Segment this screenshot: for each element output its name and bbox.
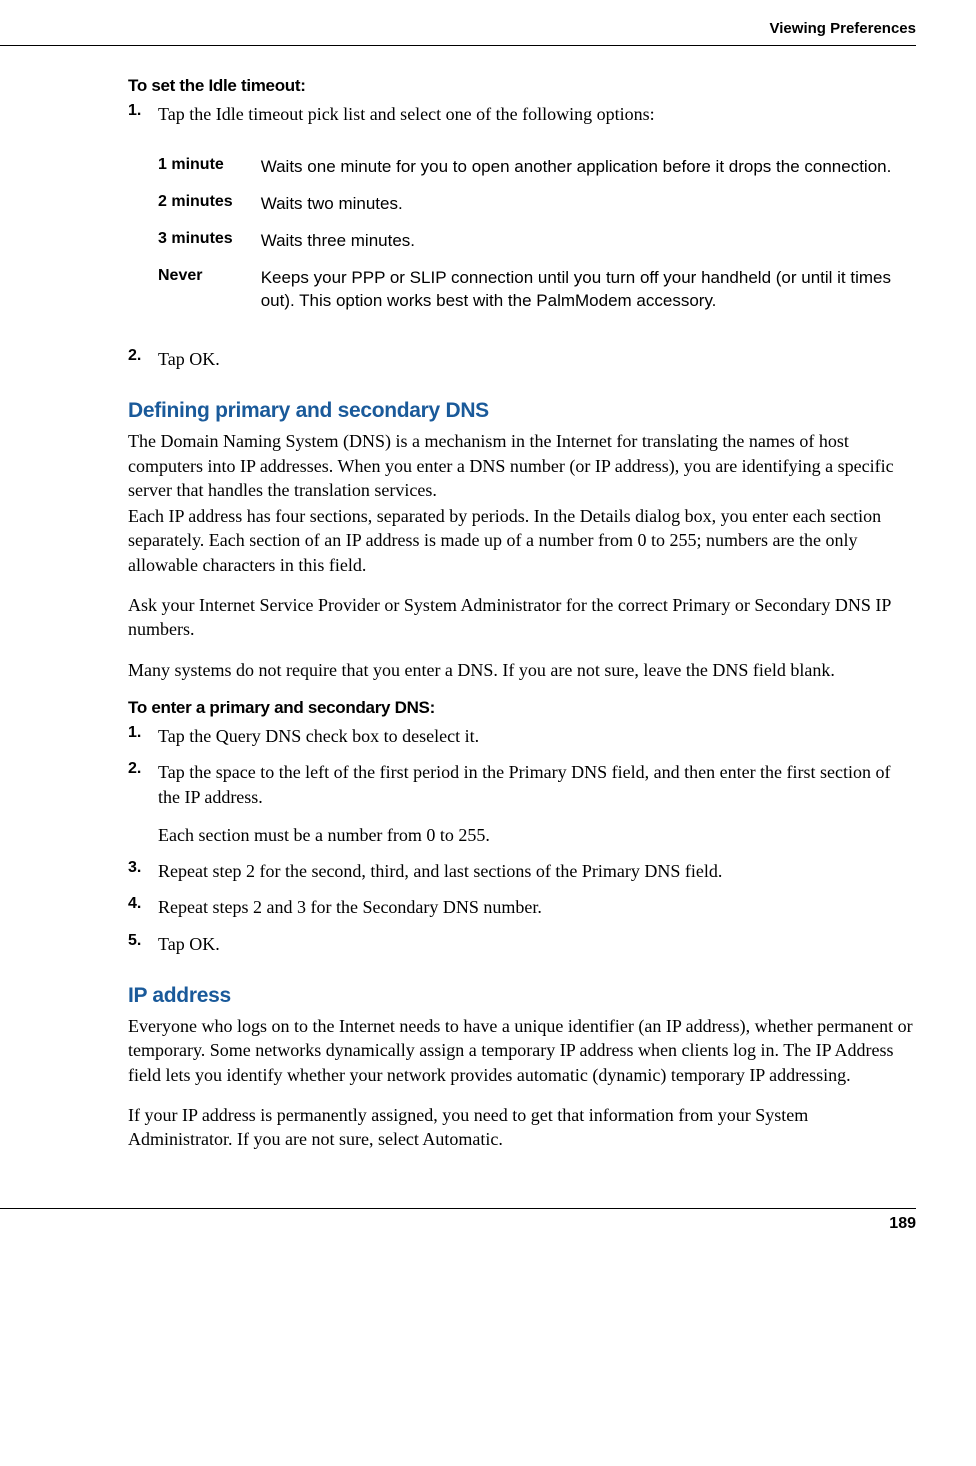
- idle-timeout-steps-2: 2. Tap OK.: [128, 347, 916, 371]
- table-row: 3 minutes Waits three minutes.: [158, 230, 916, 253]
- list-item: 1. Tap the Query DNS check box to desele…: [128, 724, 916, 748]
- dns-heading: Defining primary and secondary DNS: [128, 399, 916, 423]
- step-text: Tap the Query DNS check box to deselect …: [158, 724, 916, 748]
- option-label: Never: [158, 267, 261, 313]
- table-row: 1 minute Waits one minute for you to ope…: [158, 156, 916, 179]
- option-label: 2 minutes: [158, 193, 261, 216]
- body-paragraph: Many systems do not require that you ent…: [128, 658, 916, 682]
- list-item: 3. Repeat step 2 for the second, third, …: [128, 859, 916, 883]
- step-number: 1.: [128, 102, 158, 126]
- idle-timeout-heading: To set the Idle timeout:: [128, 76, 916, 96]
- step-number: 2.: [128, 760, 158, 847]
- running-header: Viewing Preferences: [0, 0, 976, 45]
- footer-rule: [0, 1208, 916, 1209]
- list-item: 1. Tap the Idle timeout pick list and se…: [128, 102, 916, 126]
- option-description: Waits one minute for you to open another…: [261, 156, 916, 179]
- step-text: Repeat steps 2 and 3 for the Secondary D…: [158, 895, 916, 919]
- list-item: 4. Repeat steps 2 and 3 for the Secondar…: [128, 895, 916, 919]
- body-paragraph: If your IP address is permanently assign…: [128, 1103, 916, 1152]
- dns-steps: 1. Tap the Query DNS check box to desele…: [128, 724, 916, 956]
- step-text: Tap OK.: [158, 347, 916, 371]
- option-description: Keeps your PPP or SLIP connection until …: [261, 267, 916, 313]
- list-item: 2. Tap OK.: [128, 347, 916, 371]
- page-number: 189: [0, 1215, 916, 1233]
- step-number: 1.: [128, 724, 158, 748]
- step-number: 5.: [128, 932, 158, 956]
- ip-heading: IP address: [128, 984, 916, 1008]
- option-description: Waits two minutes.: [261, 193, 916, 216]
- timeout-options-table: 1 minute Waits one minute for you to ope…: [158, 142, 916, 327]
- step-number: 4.: [128, 895, 158, 919]
- step-text: Tap OK.: [158, 932, 916, 956]
- step-text: Repeat step 2 for the second, third, and…: [158, 859, 916, 883]
- list-item: 2. Tap the space to the left of the firs…: [128, 760, 916, 847]
- step-text: Tap the space to the left of the first p…: [158, 760, 916, 809]
- idle-timeout-steps: 1. Tap the Idle timeout pick list and se…: [128, 102, 916, 126]
- page-content: To set the Idle timeout: 1. Tap the Idle…: [0, 46, 976, 1188]
- list-item: 5. Tap OK.: [128, 932, 916, 956]
- body-paragraph: The Domain Naming System (DNS) is a mech…: [128, 429, 916, 502]
- dns-enter-heading: To enter a primary and secondary DNS:: [128, 698, 916, 718]
- table-row: Never Keeps your PPP or SLIP connection …: [158, 267, 916, 313]
- option-description: Waits three minutes.: [261, 230, 916, 253]
- step-number: 2.: [128, 347, 158, 371]
- page-footer: 189: [0, 1208, 976, 1253]
- body-paragraph: Everyone who logs on to the Internet nee…: [128, 1014, 916, 1087]
- table-row: 2 minutes Waits two minutes.: [158, 193, 916, 216]
- step-subtext: Each section must be a number from 0 to …: [158, 823, 916, 847]
- step-text: Tap the Idle timeout pick list and selec…: [158, 102, 916, 126]
- option-label: 3 minutes: [158, 230, 261, 253]
- body-paragraph: Ask your Internet Service Provider or Sy…: [128, 593, 916, 642]
- option-label: 1 minute: [158, 156, 261, 179]
- step-number: 3.: [128, 859, 158, 883]
- body-paragraph: Each IP address has four sections, separ…: [128, 504, 916, 577]
- header-title: Viewing Preferences: [770, 20, 916, 37]
